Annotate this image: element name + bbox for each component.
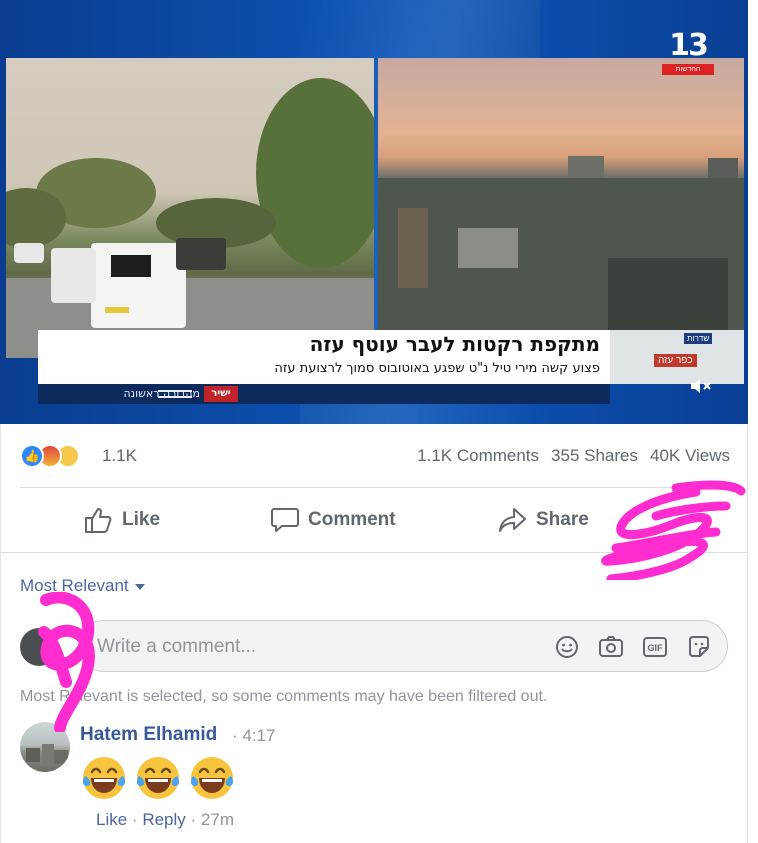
divider [20, 487, 730, 488]
reaction-icons[interactable]: 👍 [20, 444, 100, 468]
like-reaction-icon: 👍 [20, 444, 44, 468]
vehicle [14, 243, 44, 263]
share-button[interactable]: Share [498, 500, 618, 540]
comment-sort-dropdown[interactable]: Most Relevant [20, 576, 145, 596]
comment-like-link[interactable]: Like [96, 810, 127, 829]
engagement-counts: 1.1K Comments 355 Shares 40K Views [405, 446, 730, 466]
news-headline: מתקפת רקטות לעבר עוטף עזה [309, 332, 600, 356]
lower-third-banner: מתקפת רקטות לעבר עוטף עזה פצוע קשה מירי … [38, 330, 610, 384]
comment-count[interactable]: 1.1K Comments [417, 446, 539, 465]
like-button[interactable]: Like [84, 500, 194, 540]
comment-input[interactable] [97, 633, 527, 661]
comment-reply-link[interactable]: Reply [142, 810, 185, 829]
video-pane-right [378, 58, 744, 358]
comment-label: Comment [308, 509, 396, 530]
video-pane-left [6, 58, 374, 358]
avatar[interactable] [20, 628, 58, 666]
sticker-icon[interactable] [685, 633, 713, 661]
video-player[interactable]: 13 החדשות מתקפת רקטות לעבר עוטף עזה פצוע… [0, 0, 748, 424]
laughing-tears-emoji-icon [190, 757, 234, 799]
vehicle [51, 248, 96, 303]
building [458, 228, 518, 268]
map-label: שדרות [684, 333, 713, 344]
post-stats: 👍 1.1K 1.1K Comments 355 Shares 40K Views [20, 444, 730, 470]
emoji-icon[interactable] [553, 633, 581, 661]
sort-label: Most Relevant [20, 576, 129, 595]
share-arrow-icon [499, 508, 526, 532]
live-badge: ישיר [204, 386, 238, 402]
commenter-avatar[interactable] [20, 722, 70, 772]
gif-icon[interactable]: GIF [641, 633, 669, 661]
like-label: Like [122, 509, 161, 530]
share-label: Share [536, 509, 589, 530]
comment-actions: Like · Reply · 27m [96, 810, 234, 829]
divider [0, 552, 748, 553]
map-label: כפר עזה [654, 354, 697, 367]
comment-age: 27m [200, 810, 234, 829]
logo-tag: החדשות [662, 64, 714, 75]
news-subheadline: פצוע קשה מירי טיל נ"ט שפגע באוטובוס סמוך… [274, 361, 600, 376]
edition-label: מהדורה ראשונה [123, 387, 201, 400]
view-count: 40K Views [649, 446, 730, 465]
mute-icon[interactable] [688, 376, 714, 398]
vehicle [176, 238, 226, 270]
filter-notice: Most Relevant is selected, so some comme… [20, 688, 548, 705]
caret-down-icon [134, 583, 145, 590]
laughing-tears-emoji-icon [136, 757, 180, 799]
white-truck [91, 243, 186, 328]
share-count[interactable]: 355 Shares [551, 446, 638, 465]
comment-timestamp: · 4:17 [232, 726, 276, 745]
comment-composer[interactable]: GIF [78, 620, 728, 672]
comment-bubble-icon [271, 508, 299, 532]
reaction-count[interactable]: 1.1K [102, 446, 137, 466]
svg-text:GIF: GIF [648, 643, 664, 653]
building [398, 208, 428, 288]
logo-number: 13 [669, 28, 709, 63]
comment-button[interactable]: Comment [270, 500, 430, 540]
comment-author[interactable]: Hatem Elhamid [80, 724, 217, 746]
thumbs-up-icon [85, 508, 112, 533]
location-map: שדרות כפר עזה [610, 330, 744, 384]
post-actions: Like Comment Share [20, 500, 730, 540]
laughing-tears-emoji-icon [82, 757, 126, 799]
channel-logo: 13 החדשות [662, 28, 714, 75]
camera-icon[interactable] [597, 633, 625, 661]
tree [256, 78, 374, 268]
